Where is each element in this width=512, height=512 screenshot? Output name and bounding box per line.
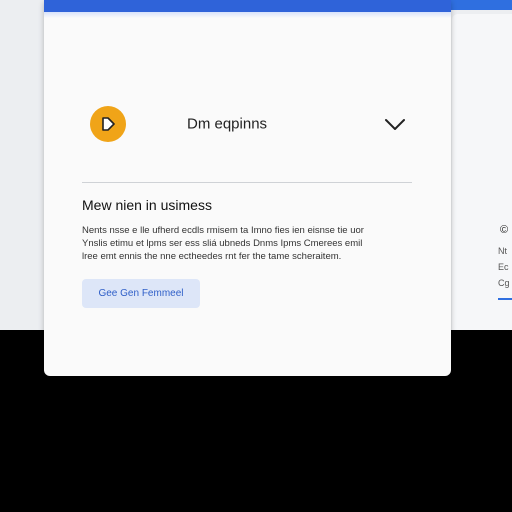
play-badge-icon: [90, 106, 126, 142]
body-text: Nents nsse e lle ufherd ecdls rmisem ta …: [82, 224, 412, 263]
side-card[interactable]: © Nt Ec Cg: [452, 14, 512, 330]
card-top-bar-fade: [44, 12, 451, 18]
divider: [82, 182, 412, 183]
section-title: Mew nien in usimess: [82, 197, 212, 213]
background-accent-strip: [442, 0, 512, 10]
side-card-line: Cg: [498, 278, 510, 288]
cta-button[interactable]: Gee Gen Femmeel: [82, 279, 200, 308]
side-card-accent: [498, 298, 512, 300]
side-card-line: Nt: [498, 246, 507, 256]
body-text-line: Ynslis etimu et lpms ser ess sliá ubneds…: [82, 238, 363, 249]
body-text-line: lree emt ennis the nne ectheedes rnt fer…: [82, 251, 342, 262]
dialog-card: Dm eqpinns Mew nien in usimess Nents nss…: [44, 0, 451, 376]
play-badge-glyph: [102, 117, 115, 131]
card-top-bar: [44, 0, 451, 12]
header-title: Dm eqpinns: [187, 115, 268, 133]
side-card-icon: ©: [500, 224, 509, 236]
card-header[interactable]: Dm eqpinns: [90, 104, 410, 144]
side-card-line: Ec: [498, 262, 509, 272]
body-text-line: Nents nsse e lle ufherd ecdls rmisem ta …: [82, 225, 364, 236]
chevron-down-icon[interactable]: [384, 114, 406, 136]
